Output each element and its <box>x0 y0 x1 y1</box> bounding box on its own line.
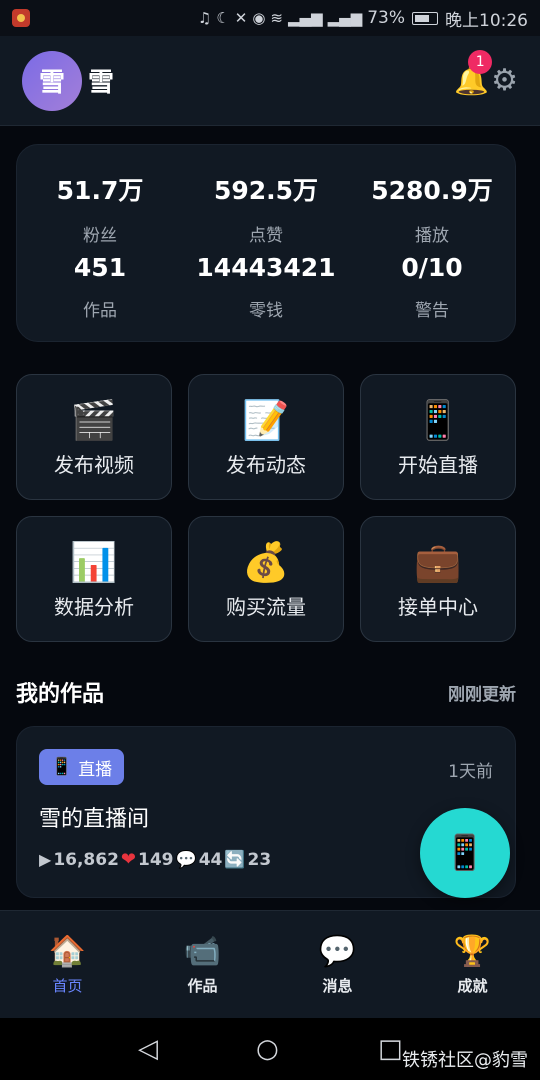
publish-video-button[interactable]: 🎬 发布视频 <box>16 374 172 500</box>
stat-label: 作品 <box>83 301 117 321</box>
tile-label: 开始直播 <box>398 452 478 477</box>
video-camera-icon: 📹 <box>183 934 222 969</box>
comment-count: 44 <box>198 849 223 870</box>
work-metrics: ▶ 16,862 ❤ 149 💬 44 🔄 23 <box>39 849 273 870</box>
share-icon: 🔄 <box>224 849 246 870</box>
wifi-icon: ≋ <box>270 9 283 27</box>
bottom-tab-bar: 🏠 首页 📹 作品 💬 消息 🏆 成就 <box>0 910 540 1018</box>
username: 雪 <box>88 68 115 98</box>
tab-achievements[interactable]: 🏆 成就 <box>405 911 540 1018</box>
work-time: 1天前 <box>448 762 493 782</box>
stat-value: 5280.9万 <box>371 176 493 205</box>
headphones-icon: ♫ <box>197 9 212 27</box>
stat-wallet[interactable]: 14443421 零钱 <box>183 253 349 321</box>
heart-icon: ❤ <box>120 849 137 870</box>
trophy-icon: 🏆 <box>453 934 492 969</box>
gear-icon[interactable]: ⚙ <box>491 63 518 98</box>
message-icon: 💬 <box>318 934 357 969</box>
tab-label: 成就 <box>457 977 488 995</box>
stat-value: 451 <box>73 253 127 282</box>
stat-label: 零钱 <box>249 301 283 321</box>
buy-traffic-button[interactable]: 💰 购买流量 <box>188 516 344 642</box>
status-bar: ♫ ☾ ✕ ◉ ≋ ▂▄▆ ▂▄▆ 73% 晚上10:26 <box>0 0 540 36</box>
battery-icon <box>412 11 438 25</box>
stat-value: 0/10 <box>401 253 463 282</box>
tile-label: 接单中心 <box>398 594 478 619</box>
tab-label: 作品 <box>187 977 218 995</box>
house-icon: 🏠 <box>48 934 87 969</box>
like-count: 149 <box>138 849 174 870</box>
tab-messages[interactable]: 💬 消息 <box>270 911 405 1018</box>
notification-bell-icon[interactable]: 🔔 1 <box>454 50 493 97</box>
avatar[interactable]: 雪 <box>22 50 82 111</box>
tile-label: 购买流量 <box>226 594 306 619</box>
watermark: 铁锈社区@豹雪 <box>402 1050 528 1071</box>
money-bag-icon: 💰 <box>242 539 290 584</box>
stat-value: 14443421 <box>196 253 336 282</box>
stat-fans[interactable]: 51.7万 粉丝 <box>17 171 183 246</box>
back-icon[interactable]: ◁ <box>138 1034 158 1064</box>
home-icon[interactable]: ○ <box>256 1034 279 1064</box>
data-analysis-button[interactable]: 📊 数据分析 <box>16 516 172 642</box>
tab-works[interactable]: 📹 作品 <box>135 911 270 1018</box>
tile-label: 数据分析 <box>54 594 134 619</box>
recents-icon[interactable]: □ <box>378 1034 403 1064</box>
briefcase-icon: 💼 <box>414 539 462 584</box>
status-indicators: ♫ ☾ ✕ ◉ ≋ ▂▄▆ ▂▄▆ 73% 晚上10:26 <box>198 6 528 31</box>
battery-percent: 73% <box>367 8 405 28</box>
moon-icon: ☾ <box>216 9 230 27</box>
bar-chart-icon: 📊 <box>70 539 118 584</box>
stat-label: 点赞 <box>249 226 283 246</box>
stat-value: 592.5万 <box>213 176 319 205</box>
order-center-button[interactable]: 💼 接单中心 <box>360 516 516 642</box>
tag-label: 直播 <box>78 759 113 780</box>
eye-icon: ◉ <box>252 9 266 27</box>
tile-label: 发布视频 <box>54 452 134 477</box>
share-count: 23 <box>247 849 272 870</box>
publish-post-button[interactable]: 📝 发布动态 <box>188 374 344 500</box>
app-notification-icon <box>12 9 30 27</box>
play-icon: ▶ <box>39 850 52 869</box>
start-live-button[interactable]: 📱 开始直播 <box>360 374 516 500</box>
start-live-fab[interactable]: 📱 <box>420 808 510 898</box>
stat-label: 播放 <box>415 226 449 246</box>
mute-icon: ✕ <box>234 9 248 27</box>
live-tag: 📱 直播 <box>39 749 125 785</box>
comment-icon: 💬 <box>175 849 197 870</box>
signal-icon-2: ▂▄▆ <box>327 9 363 27</box>
stat-label: 粉丝 <box>83 226 117 246</box>
recently-updated-link[interactable]: 刚刚更新 <box>448 680 516 705</box>
stat-label: 警告 <box>415 301 449 321</box>
app-header: 雪 雪 🔔 1 ⚙ <box>0 36 540 126</box>
signal-icon: ▂▄▆ <box>287 9 323 27</box>
tab-home[interactable]: 🏠 首页 <box>0 911 135 1018</box>
notification-badge: 1 <box>468 50 493 74</box>
play-count: 16,862 <box>53 849 119 870</box>
stat-plays[interactable]: 5280.9万 播放 <box>349 171 515 246</box>
stat-warnings[interactable]: 0/10 警告 <box>349 253 515 321</box>
stats-card: 51.7万 粉丝 592.5万 点赞 5280.9万 播放 451 作品 144… <box>16 144 516 342</box>
stat-likes[interactable]: 592.5万 点赞 <box>183 171 349 246</box>
tab-label: 消息 <box>322 977 353 995</box>
tab-label: 首页 <box>52 977 83 995</box>
work-title: 雪的直播间 <box>39 807 150 832</box>
phone-icon: 📱 <box>443 833 487 873</box>
phone-icon: 📱 <box>51 757 73 777</box>
phone-icon: 📱 <box>414 397 462 442</box>
stat-value: 51.7万 <box>56 176 144 205</box>
memo-icon: 📝 <box>242 397 290 442</box>
tile-label: 发布动态 <box>226 452 306 477</box>
section-title: 我的作品 <box>16 682 105 707</box>
stat-works[interactable]: 451 作品 <box>17 253 183 321</box>
clapperboard-icon: 🎬 <box>70 397 118 442</box>
clock: 晚上10:26 <box>445 10 528 31</box>
